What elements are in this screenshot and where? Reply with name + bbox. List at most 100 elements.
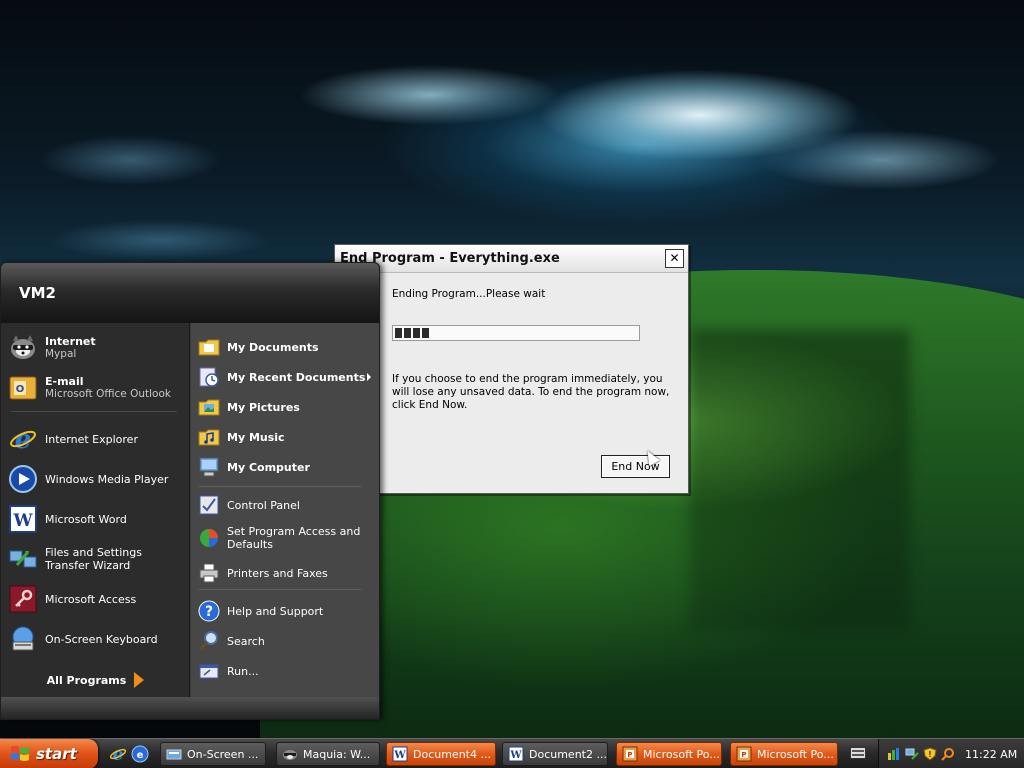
svg-text:e: e [113,745,124,763]
word-icon: W [7,503,39,535]
run-item-label: Run... [227,664,259,678]
task-button-document2[interactable]: W Document2 ... [502,742,608,766]
start-button[interactable]: start [0,739,98,768]
close-icon: ✕ [669,251,680,265]
system-tray: ! 11:22 AM [878,739,1024,768]
svg-text:W: W [509,750,522,761]
system-program-defaults-label: Set Program Access and Defaults [227,525,361,551]
system-printers-faxes[interactable]: Printers and Faxes [197,559,375,587]
language-keyboard-icon[interactable] [850,747,866,759]
tray-search-icon[interactable] [941,747,955,761]
places-separator [199,486,361,487]
help-icon: ? [197,599,221,623]
powerpoint-icon: P [622,746,638,762]
progress-block [395,328,402,338]
svg-text:e: e [15,425,32,453]
tray-network-icon[interactable] [905,747,919,761]
task-label: On-Screen ... [187,747,259,761]
keyboard-icon [7,623,39,655]
pinned-internet[interactable]: Internet Mypal [7,329,185,367]
recent-internet-explorer[interactable]: e Internet Explorer [7,420,185,458]
system-program-defaults[interactable]: Set Program Access and Defaults [197,521,375,555]
start-menu-footer [1,697,379,719]
place-my-recent-documents[interactable]: My Recent Documents [197,363,375,391]
start-label: start [36,745,77,763]
svg-text:P: P [627,751,632,759]
folder-music-icon [197,425,221,449]
recent-microsoft-access[interactable]: Microsoft Access [7,580,185,618]
svg-text:e: e [137,750,144,761]
warning-text: If you choose to end the program immedia… [392,373,670,411]
recent-microsoft-access-label: Microsoft Access [45,592,137,606]
svg-text:P: P [741,751,746,759]
all-programs-button[interactable]: All Programs [1,665,190,695]
windows-logo-icon [11,746,29,761]
pinned-email-title: E-mail [45,375,84,388]
pinned-internet-title: Internet [45,335,96,348]
place-my-documents[interactable]: My Documents [197,333,375,361]
all-programs-arrow-icon [134,672,145,688]
recent-internet-explorer-label: Internet Explorer [45,432,138,446]
folder-documents-icon [197,335,221,359]
help-and-support[interactable]: ? Help and Support [197,597,375,625]
access-icon [7,583,39,615]
progress-block [404,328,411,338]
ending-status-text: Ending Program...Please wait [392,288,546,300]
system-printers-faxes-label: Printers and Faxes [227,566,328,580]
folder-pictures-icon [197,395,221,419]
powerpoint-icon: P [736,746,752,762]
help-and-support-label: Help and Support [227,604,324,618]
pinned-separator [11,411,177,412]
place-my-pictures[interactable]: My Pictures [197,393,375,421]
place-my-pictures-label: My Pictures [227,400,300,414]
run-item[interactable]: Run... [197,657,375,685]
wallpaper-window-light [690,330,910,630]
recent-transfer-wizard[interactable]: Files and Settings Transfer Wizard [7,540,185,578]
run-icon [197,659,221,683]
pinned-email[interactable]: O E-mail Microsoft Office Outlook [7,369,185,407]
svg-text:O: O [16,384,25,395]
system-control-panel-label: Control Panel [227,498,300,512]
internet-explorer-icon: e [7,423,39,455]
search-item-label: Search [227,634,265,648]
place-my-music-label: My Music [227,430,285,444]
search-item[interactable]: Search [197,627,375,655]
start-menu-places: My Documents My Recent Documents My Pict… [191,323,379,697]
svg-text:?: ? [205,604,213,620]
quicklaunch-internet-explorer-icon[interactable]: e [108,744,128,764]
place-my-computer-label: My Computer [227,460,310,474]
raccoon-browser-icon [7,332,39,364]
printer-icon [197,561,221,585]
close-button[interactable]: ✕ [665,249,684,268]
start-menu-header: VM2 [1,263,379,323]
task-label: Document2 ... [529,747,607,761]
raccoon-browser-icon [283,750,297,760]
start-menu-programs: Internet Mypal O E-mail Microsoft Office O… [1,323,190,697]
task-button-maquia[interactable]: Maquia: W... [276,742,380,766]
tray-security-shield-icon[interactable]: ! [923,747,937,761]
system-control-panel[interactable]: Control Panel [197,491,375,519]
recent-microsoft-word[interactable]: W Microsoft Word [7,500,185,538]
place-my-recent-documents-label: My Recent Documents [227,370,366,384]
task-button-powerpoint-1[interactable]: P Microsoft Po... [616,742,722,766]
task-button-document4[interactable]: W Document4 ... [386,742,496,766]
place-my-music[interactable]: My Music [197,423,375,451]
task-button-on-screen-keyboard[interactable]: On-Screen ... [160,742,266,766]
user-name: VM2 [19,284,56,302]
progress-bar [392,325,640,341]
recent-on-screen-keyboard-label: On-Screen Keyboard [45,632,158,646]
tray-chart-icon[interactable] [887,747,901,761]
progress-block [413,328,420,338]
end-now-button[interactable]: End Now [601,455,670,478]
progress-fill [395,328,637,338]
dialog-titlebar[interactable]: End Program - Everything.exe ✕ [335,245,688,273]
start-menu: VM2 Internet Mypal O E-mail Microsoft Offi… [0,262,380,720]
place-my-computer[interactable]: My Computer [197,453,375,481]
word-icon: W [508,746,524,762]
media-player-icon [7,463,39,495]
recent-on-screen-keyboard[interactable]: On-Screen Keyboard [7,620,185,658]
quicklaunch-browser-icon[interactable]: e [130,744,150,764]
task-button-powerpoint-2[interactable]: P Microsoft Po... [730,742,838,766]
recent-media-player[interactable]: Windows Media Player [7,460,185,498]
task-label: Document4 ... [413,747,491,761]
